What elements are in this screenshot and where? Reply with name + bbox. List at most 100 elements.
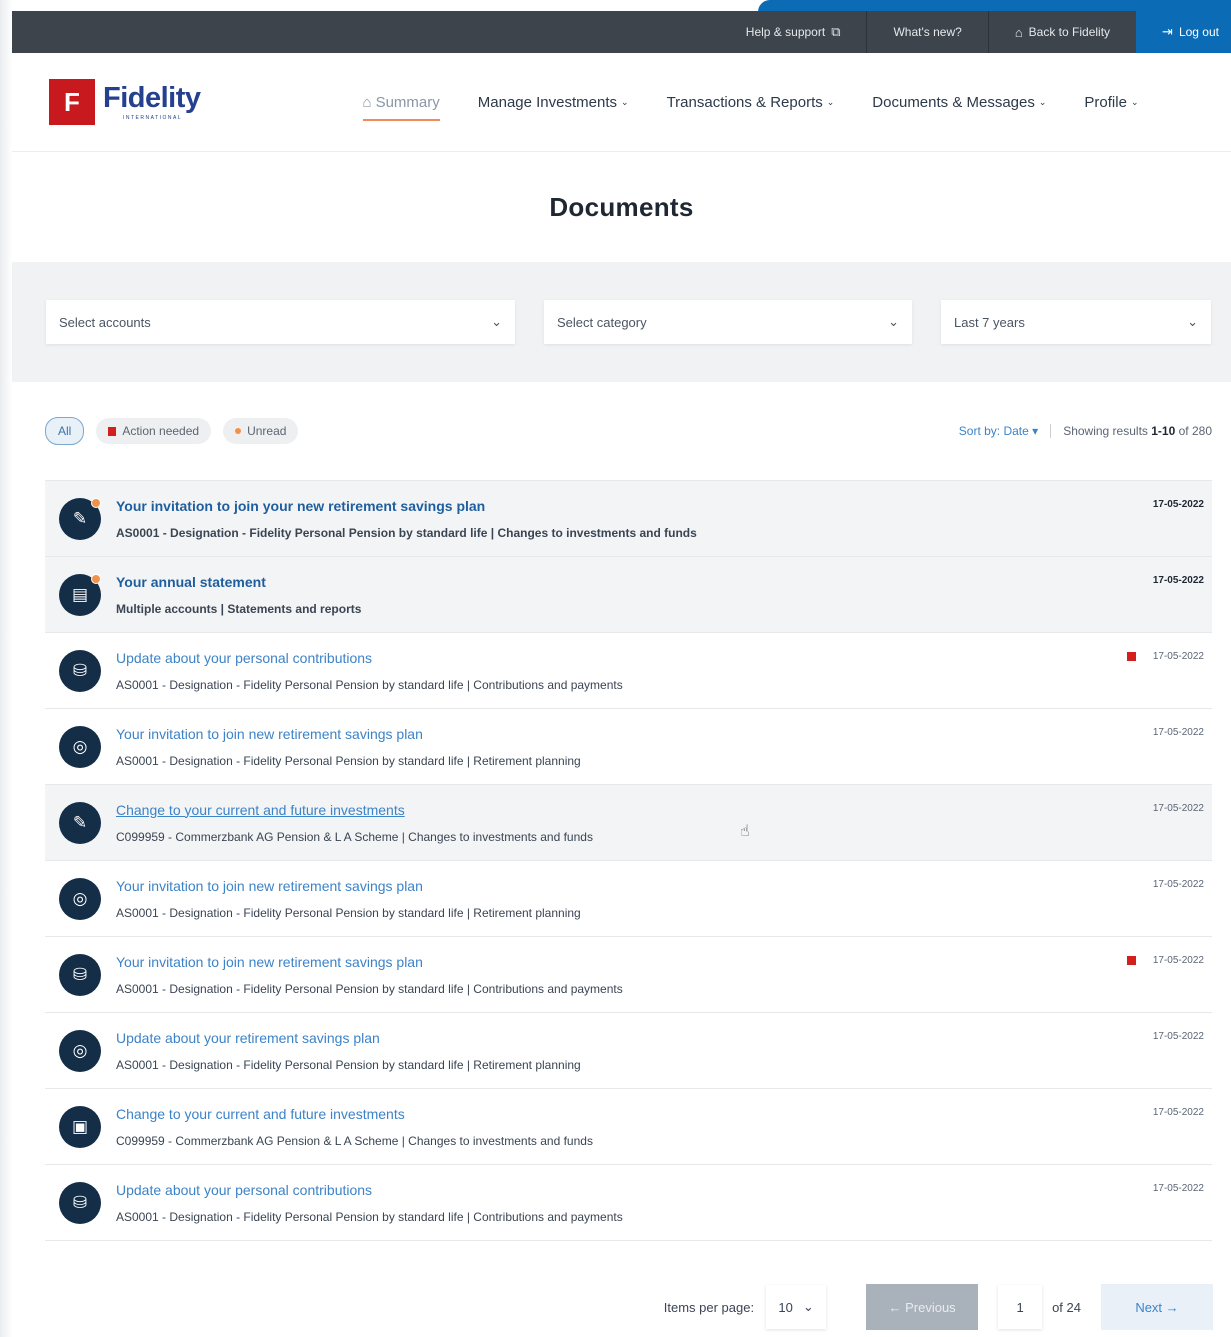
coins-icon: ⛁ — [59, 953, 101, 996]
category-select-value: Select category — [557, 314, 647, 330]
document-meta: AS0001 - Designation - Fidelity Personal… — [116, 981, 623, 996]
filter-chips: All Action needed Unread — [45, 417, 299, 445]
nav-manage-investments[interactable]: Manage Investments ⌄ — [478, 94, 629, 111]
document-title-link[interactable]: Your invitation to join new retirement s… — [116, 954, 623, 970]
document-date: 17-05-2022 — [1152, 1031, 1204, 1042]
chip-unread[interactable]: Unread — [223, 418, 299, 444]
nav-summary[interactable]: ⌂ Summary — [362, 93, 441, 121]
previous-label: Previous — [905, 1299, 956, 1315]
next-button[interactable]: Next → — [1101, 1284, 1213, 1330]
chip-unread-label: Unread — [247, 424, 287, 438]
document-meta: C099959 - Commerzbank AG Pension & L A S… — [116, 829, 593, 844]
document-text: Your invitation to join new retirement s… — [116, 878, 581, 920]
results-count: Showing results 1-10 of 280 — [1063, 424, 1212, 438]
piggy-bank-icon: ◎ — [59, 1029, 101, 1072]
nav-profile-label: Profile — [1084, 93, 1127, 111]
back-to-fidelity-label: Back to Fidelity — [1028, 25, 1111, 39]
document-title-link[interactable]: Update about your retirement savings pla… — [116, 1030, 581, 1046]
chevron-down-icon: ⌄ — [621, 96, 629, 107]
document-date: 17-05-2022 — [1152, 499, 1204, 510]
unread-dot-icon — [235, 428, 242, 434]
arrow-left-icon: ← — [888, 1299, 902, 1315]
logout-button[interactable]: ⇥ Log out — [1136, 11, 1231, 53]
document-row[interactable]: ⛁ Update about your personal contribution… — [45, 633, 1212, 709]
document-text: Your invitation to join new retirement s… — [116, 726, 581, 768]
nav-profile[interactable]: Profile ⌄ — [1084, 94, 1138, 111]
document-date: 17-05-2022 — [1152, 727, 1204, 738]
chevron-down-icon: ⌄ — [1130, 96, 1139, 107]
filter-bar: Select accounts ⌄ Select category ⌄ Last… — [12, 262, 1231, 382]
unread-dot-icon — [91, 573, 101, 584]
document-title-link[interactable]: Update about your personal contributions — [116, 1182, 623, 1198]
document-meta: AS0001 - Designation - Fidelity Personal… — [116, 525, 697, 540]
chevron-down-icon: ▾ — [1032, 424, 1039, 438]
monitor-icon: ▣ — [59, 1105, 101, 1148]
document-row[interactable]: ✎ Your invitation to join your new retire… — [45, 481, 1212, 557]
document-row[interactable]: ▤ Your annual statement Multiple accounts … — [45, 557, 1212, 633]
help-support-link[interactable]: Help & support ⧉ — [720, 11, 867, 53]
sort-dropdown[interactable]: Sort by: Date ▾ — [959, 424, 1038, 438]
document-row[interactable]: ✎ Change to your current and future inves… — [45, 785, 1212, 861]
chip-all[interactable]: All — [45, 417, 85, 445]
home-icon: ⌂ — [362, 93, 372, 111]
document-title-link[interactable]: Change to your current and future invest… — [116, 1106, 593, 1122]
period-select[interactable]: Last 7 years ⌄ — [941, 300, 1211, 344]
fidelity-logo[interactable]: F Fidelity INTERNATIONAL — [49, 79, 201, 125]
items-per-page-value: 10 — [778, 1299, 793, 1315]
chevron-down-icon: ⌄ — [888, 314, 899, 329]
flag-icon — [108, 426, 117, 436]
external-link-icon: ⧉ — [831, 24, 841, 39]
whats-new-link[interactable]: What's new? — [866, 11, 987, 53]
unread-dot-icon — [91, 497, 101, 508]
document-meta: C099959 - Commerzbank AG Pension & L A S… — [116, 1133, 593, 1148]
period-select-value: Last 7 years — [954, 314, 1025, 330]
document-row[interactable]: ⛁ Your invitation to join new retirement … — [45, 937, 1212, 1013]
document-row[interactable]: ⛁ Update about your personal contribution… — [45, 1165, 1212, 1241]
document-meta: AS0001 - Designation - Fidelity Personal… — [116, 1057, 581, 1072]
nav-documents-messages[interactable]: Documents & Messages ⌄ — [872, 94, 1046, 111]
flag-icon — [1127, 956, 1136, 965]
previous-button[interactable]: ← Previous — [866, 1284, 979, 1330]
document-icon: ▤ — [59, 573, 101, 616]
document-meta: AS0001 - Designation - Fidelity Personal… — [116, 753, 581, 768]
document-title-link[interactable]: Your invitation to join new retirement s… — [116, 878, 581, 894]
document-title-link[interactable]: Your annual statement — [116, 574, 361, 590]
document-title-link[interactable]: Update about your personal contributions — [116, 650, 623, 666]
title-band: Documents — [12, 152, 1231, 262]
pen-icon: ✎ — [59, 801, 101, 844]
results-range: 1-10 — [1151, 424, 1176, 438]
flag-icon — [1127, 652, 1136, 661]
page-edge — [0, 0, 12, 1337]
document-date: 17-05-2022 — [1152, 1183, 1204, 1194]
category-select[interactable]: Select category ⌄ — [544, 300, 912, 344]
page-number-input[interactable]: 1 — [998, 1285, 1043, 1329]
document-row[interactable]: ◎ Your invitation to join new retirement … — [45, 709, 1212, 785]
nav-documents-messages-label: Documents & Messages — [872, 93, 1035, 111]
document-row[interactable]: ◎ Your invitation to join new retirement … — [45, 861, 1212, 937]
nav-transactions-reports-label: Transactions & Reports — [666, 93, 823, 111]
document-row[interactable]: ◎ Update about your retirement savings pl… — [45, 1013, 1212, 1089]
document-date: 17-05-2022 — [1152, 575, 1204, 586]
fidelity-logo-icon: F — [49, 79, 95, 125]
document-row[interactable]: ▣ Change to your current and future inves… — [45, 1089, 1212, 1165]
document-text: Update about your retirement savings pla… — [116, 1030, 581, 1072]
items-per-page-select[interactable]: 10 ⌄ — [766, 1285, 827, 1329]
page-title: Documents — [549, 191, 694, 222]
help-support-label: Help & support — [745, 25, 826, 39]
document-title-link[interactable]: Change to your current and future invest… — [116, 802, 593, 818]
chevron-down-icon: ⌄ — [491, 314, 502, 329]
home-icon: ⌂ — [1014, 24, 1023, 40]
logout-label: Log out — [1178, 25, 1219, 39]
arrow-right-icon: → — [1165, 1299, 1179, 1315]
accounts-select[interactable]: Select accounts ⌄ — [46, 300, 515, 344]
back-to-fidelity-link[interactable]: ⌂ Back to Fidelity — [987, 11, 1136, 53]
chip-action-needed[interactable]: Action needed — [96, 418, 212, 444]
document-title-link[interactable]: Your invitation to join your new retirem… — [116, 498, 697, 514]
chevron-down-icon: ⌄ — [826, 96, 835, 107]
document-title-link[interactable]: Your invitation to join new retirement s… — [116, 726, 581, 742]
document-date: 17-05-2022 — [1152, 955, 1204, 966]
nav-transactions-reports[interactable]: Transactions & Reports ⌄ — [667, 94, 835, 111]
document-date: 17-05-2022 — [1152, 879, 1204, 890]
document-list: ✎ Your invitation to join your new retire… — [45, 480, 1212, 1241]
app-window: Help & support ⧉ What's new? ⌂ Back to F… — [12, 11, 1231, 1337]
